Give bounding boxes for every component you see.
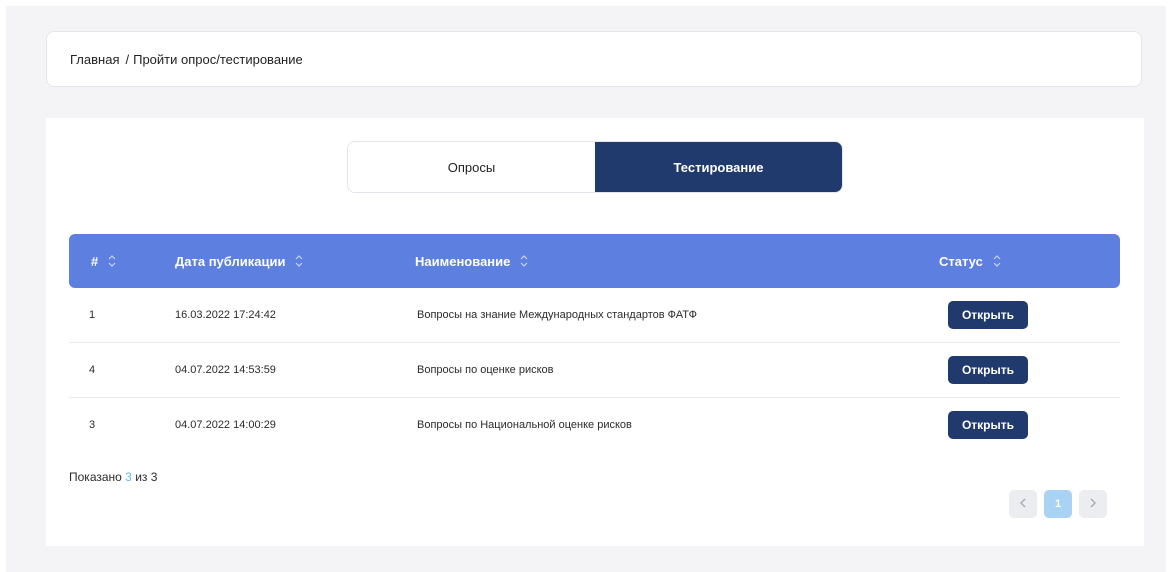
- table-row: 1 16.03.2022 17:24:42 Вопросы на знание …: [69, 288, 1120, 343]
- row-number: 3: [89, 419, 96, 431]
- tests-table: # Дата публикации Наименование Статус 1 …: [69, 234, 1120, 452]
- row-number: 1: [89, 309, 96, 321]
- breadcrumb: Главная / Пройти опрос/тестирование: [46, 31, 1142, 87]
- table-row: 4 04.07.2022 14:53:59 Вопросы по оценке …: [69, 343, 1120, 398]
- row-title: Вопросы на знание Международных стандарт…: [417, 309, 697, 321]
- open-button[interactable]: Открыть: [948, 411, 1028, 439]
- column-header-label: #: [91, 253, 99, 269]
- row-date: 04.07.2022 14:00:29: [175, 419, 276, 431]
- open-button[interactable]: Открыть: [948, 301, 1028, 329]
- column-header-label: Дата публикации: [175, 253, 286, 269]
- chevron-left-icon: [1019, 498, 1027, 511]
- row-number: 4: [89, 364, 96, 376]
- breadcrumb-separator: /: [125, 51, 130, 67]
- total-count: 3: [150, 470, 158, 484]
- shown-prefix: Показано: [69, 470, 122, 484]
- sort-icon[interactable]: [519, 254, 529, 268]
- row-date: 16.03.2022 17:24:42: [175, 309, 276, 321]
- pagination: 1: [1009, 490, 1107, 518]
- breadcrumb-current: Пройти опрос/тестирование: [133, 51, 303, 67]
- chevron-right-icon: [1089, 498, 1097, 511]
- tab-testing[interactable]: Тестирование: [595, 142, 842, 192]
- shown-count-text: Показано 3 из 3: [69, 470, 157, 484]
- breadcrumb-home-link[interactable]: Главная: [70, 52, 119, 67]
- sort-icon[interactable]: [107, 254, 117, 268]
- prev-page-button[interactable]: [1009, 490, 1037, 518]
- column-header-name[interactable]: Наименование: [415, 234, 529, 288]
- page-button-current[interactable]: 1: [1044, 490, 1072, 518]
- tab-switcher: Опросы Тестирование: [347, 141, 843, 193]
- row-date: 04.07.2022 14:53:59: [175, 364, 276, 376]
- column-header-date[interactable]: Дата публикации: [175, 234, 304, 288]
- open-button[interactable]: Открыть: [948, 356, 1028, 384]
- table-header: # Дата публикации Наименование Статус: [69, 234, 1120, 288]
- column-header-label: Статус: [939, 253, 983, 269]
- table-row: 3 04.07.2022 14:00:29 Вопросы по Национа…: [69, 398, 1120, 452]
- column-header-number[interactable]: #: [91, 234, 117, 288]
- column-header-status[interactable]: Статус: [939, 234, 1002, 288]
- next-page-button[interactable]: [1079, 490, 1107, 518]
- main-card: Опросы Тестирование # Дата публикации На…: [46, 118, 1144, 546]
- sort-icon[interactable]: [992, 254, 1002, 268]
- of-text: из: [135, 470, 148, 484]
- shown-count: 3: [125, 470, 132, 484]
- row-title: Вопросы по Национальной оценке рисков: [417, 419, 632, 431]
- tab-surveys[interactable]: Опросы: [348, 142, 595, 192]
- sort-icon[interactable]: [294, 254, 304, 268]
- row-title: Вопросы по оценке рисков: [417, 364, 554, 376]
- column-header-label: Наименование: [415, 253, 511, 269]
